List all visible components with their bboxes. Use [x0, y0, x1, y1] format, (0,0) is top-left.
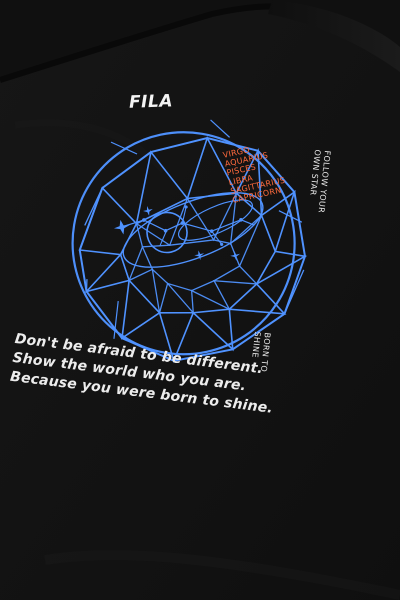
brand-logo: FILA	[128, 91, 174, 113]
shirt-artwork	[0, 0, 400, 600]
shirt-background	[0, 0, 400, 600]
zodiac-sign-list: VIRGO AQUARIUS PISCES LIBRA SAGITTARIUS …	[222, 139, 288, 205]
tshirt-photo: FILA FOLLOW YOUR OWN STAR BORN TO SHINE …	[0, 0, 400, 600]
